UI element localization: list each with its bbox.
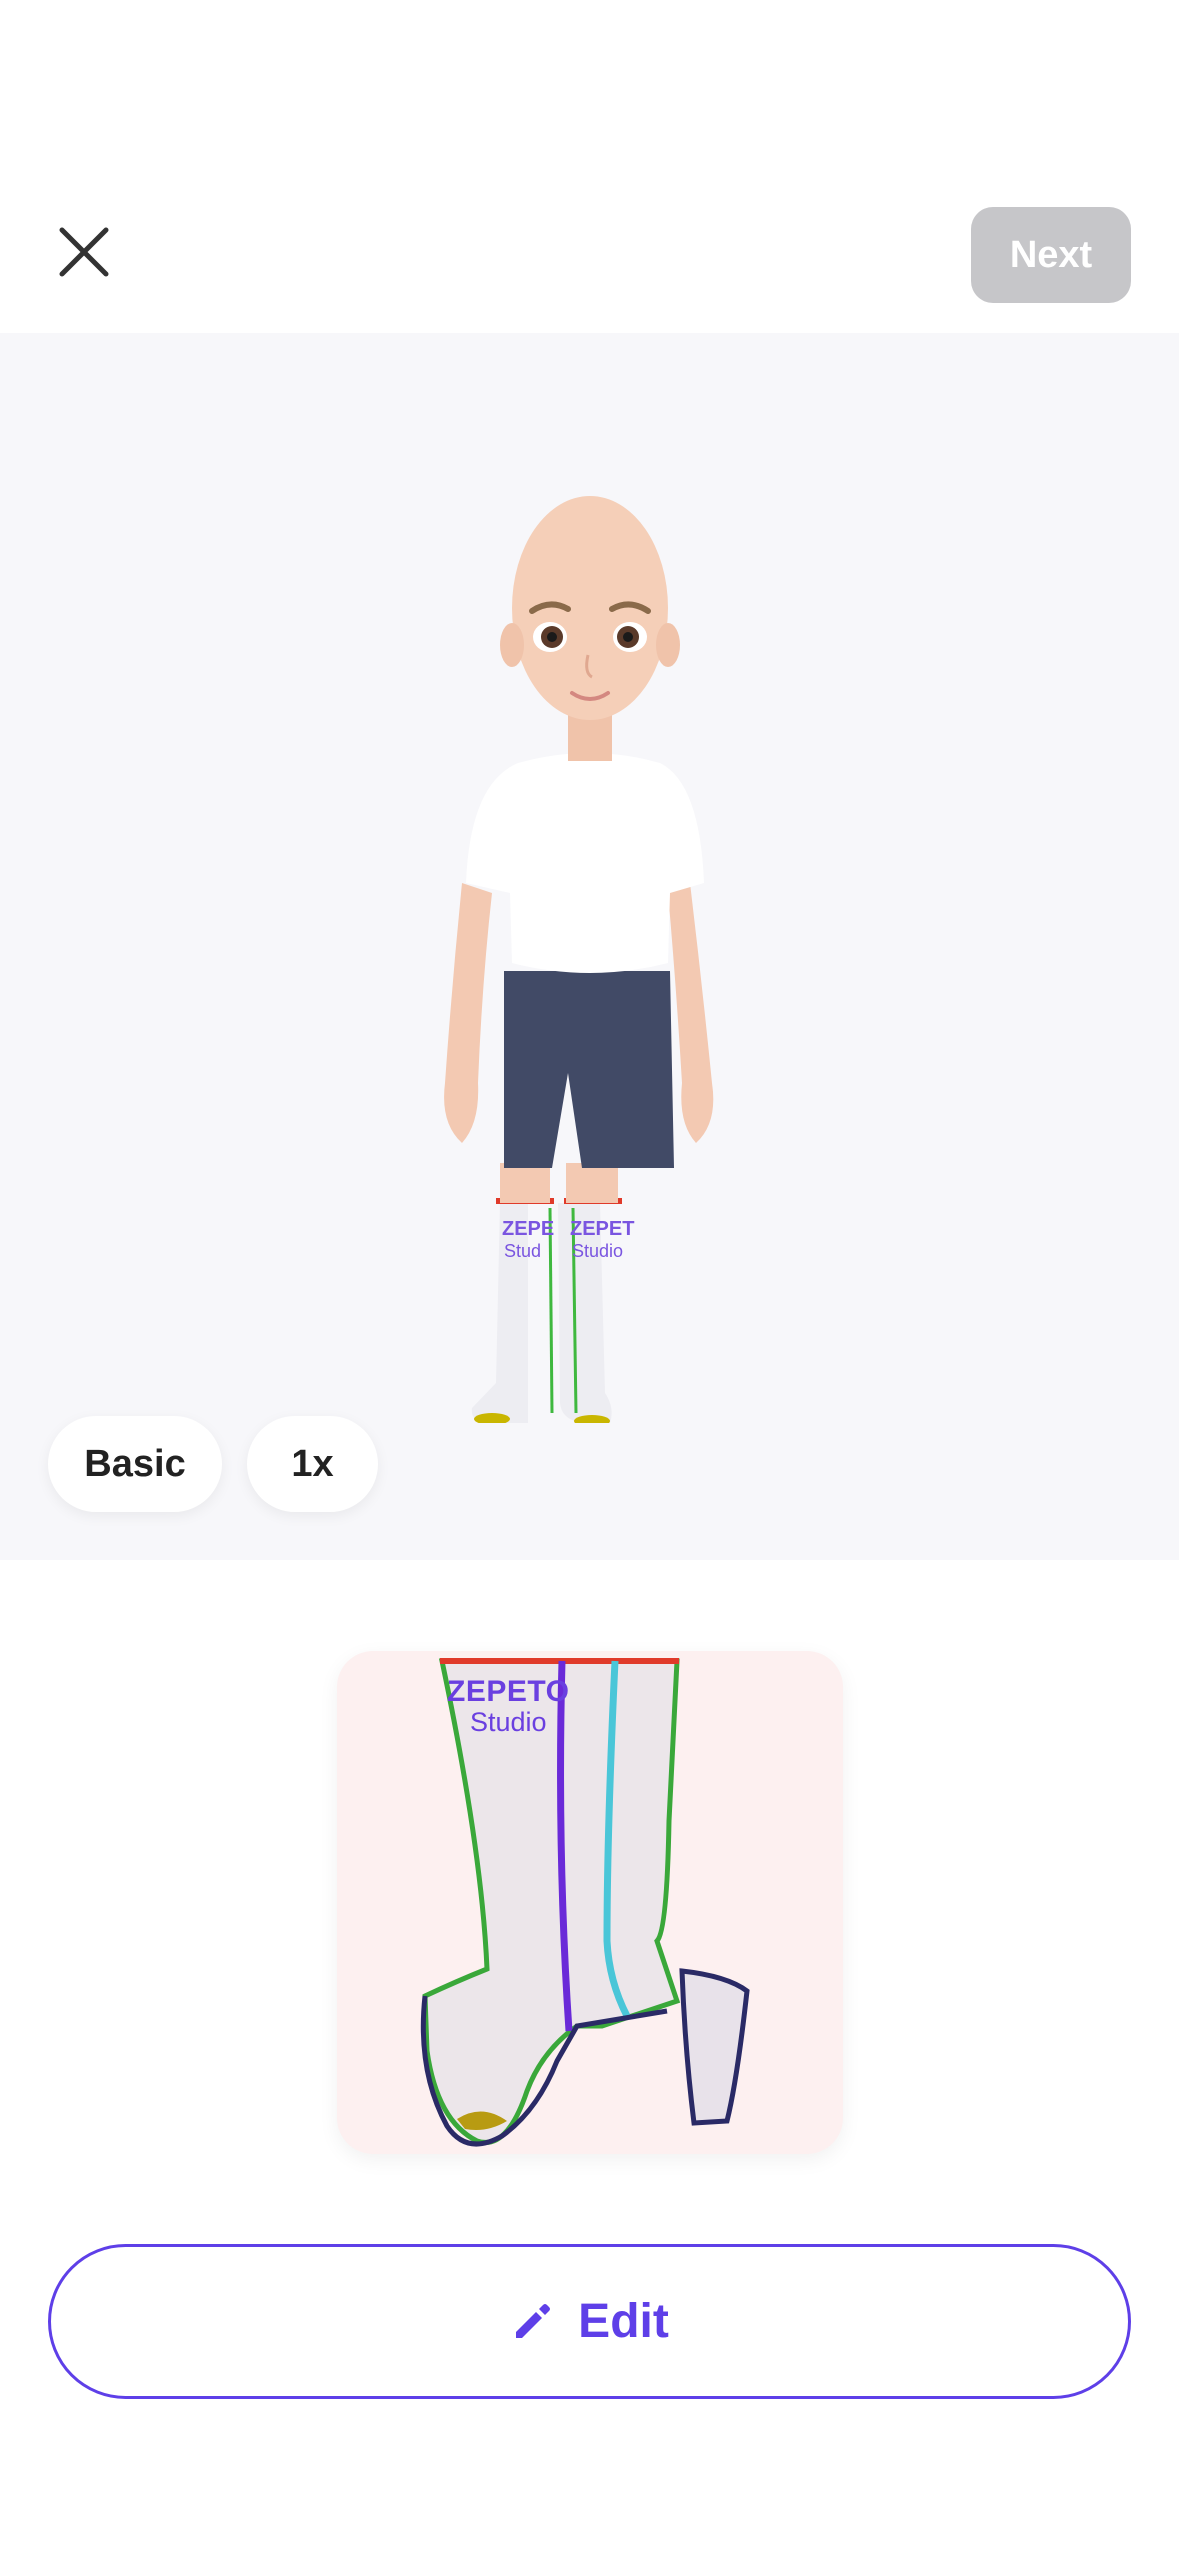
svg-text:Stud: Stud (504, 1241, 541, 1261)
svg-text:Studio: Studio (572, 1241, 623, 1261)
texture-template-card[interactable]: ZEPETO Studio (337, 1651, 843, 2154)
edit-button[interactable]: Edit (48, 2244, 1131, 2399)
close-button[interactable] (44, 212, 124, 292)
pencil-icon (516, 2303, 551, 2338)
avatar-figure: ZEPE Stud ZEPET Studio (444, 496, 714, 1423)
close-icon (59, 227, 109, 277)
avatar-preview-stage[interactable]: ZEPE Stud ZEPET Studio Basic 1x (0, 333, 1179, 1560)
playback-speed-button[interactable]: 1x (247, 1416, 378, 1512)
sock-texture-map (420, 1658, 750, 2147)
edit-button-label: Edit (578, 2295, 669, 2348)
view-mode-button[interactable]: Basic (48, 1416, 222, 1512)
texture-brand-text: ZEPETO Studio (447, 1676, 569, 1736)
svg-text:ZEPE: ZEPE (502, 1218, 554, 1240)
next-button[interactable]: Next (971, 207, 1131, 303)
texture-brand-line2: Studio (469, 1706, 547, 1737)
svg-text:ZEPET: ZEPET (570, 1218, 634, 1240)
texture-brand-line1: ZEPETO (447, 1675, 570, 1708)
screen: { "header": { "close_icon": "close-icon"… (0, 0, 1179, 2556)
